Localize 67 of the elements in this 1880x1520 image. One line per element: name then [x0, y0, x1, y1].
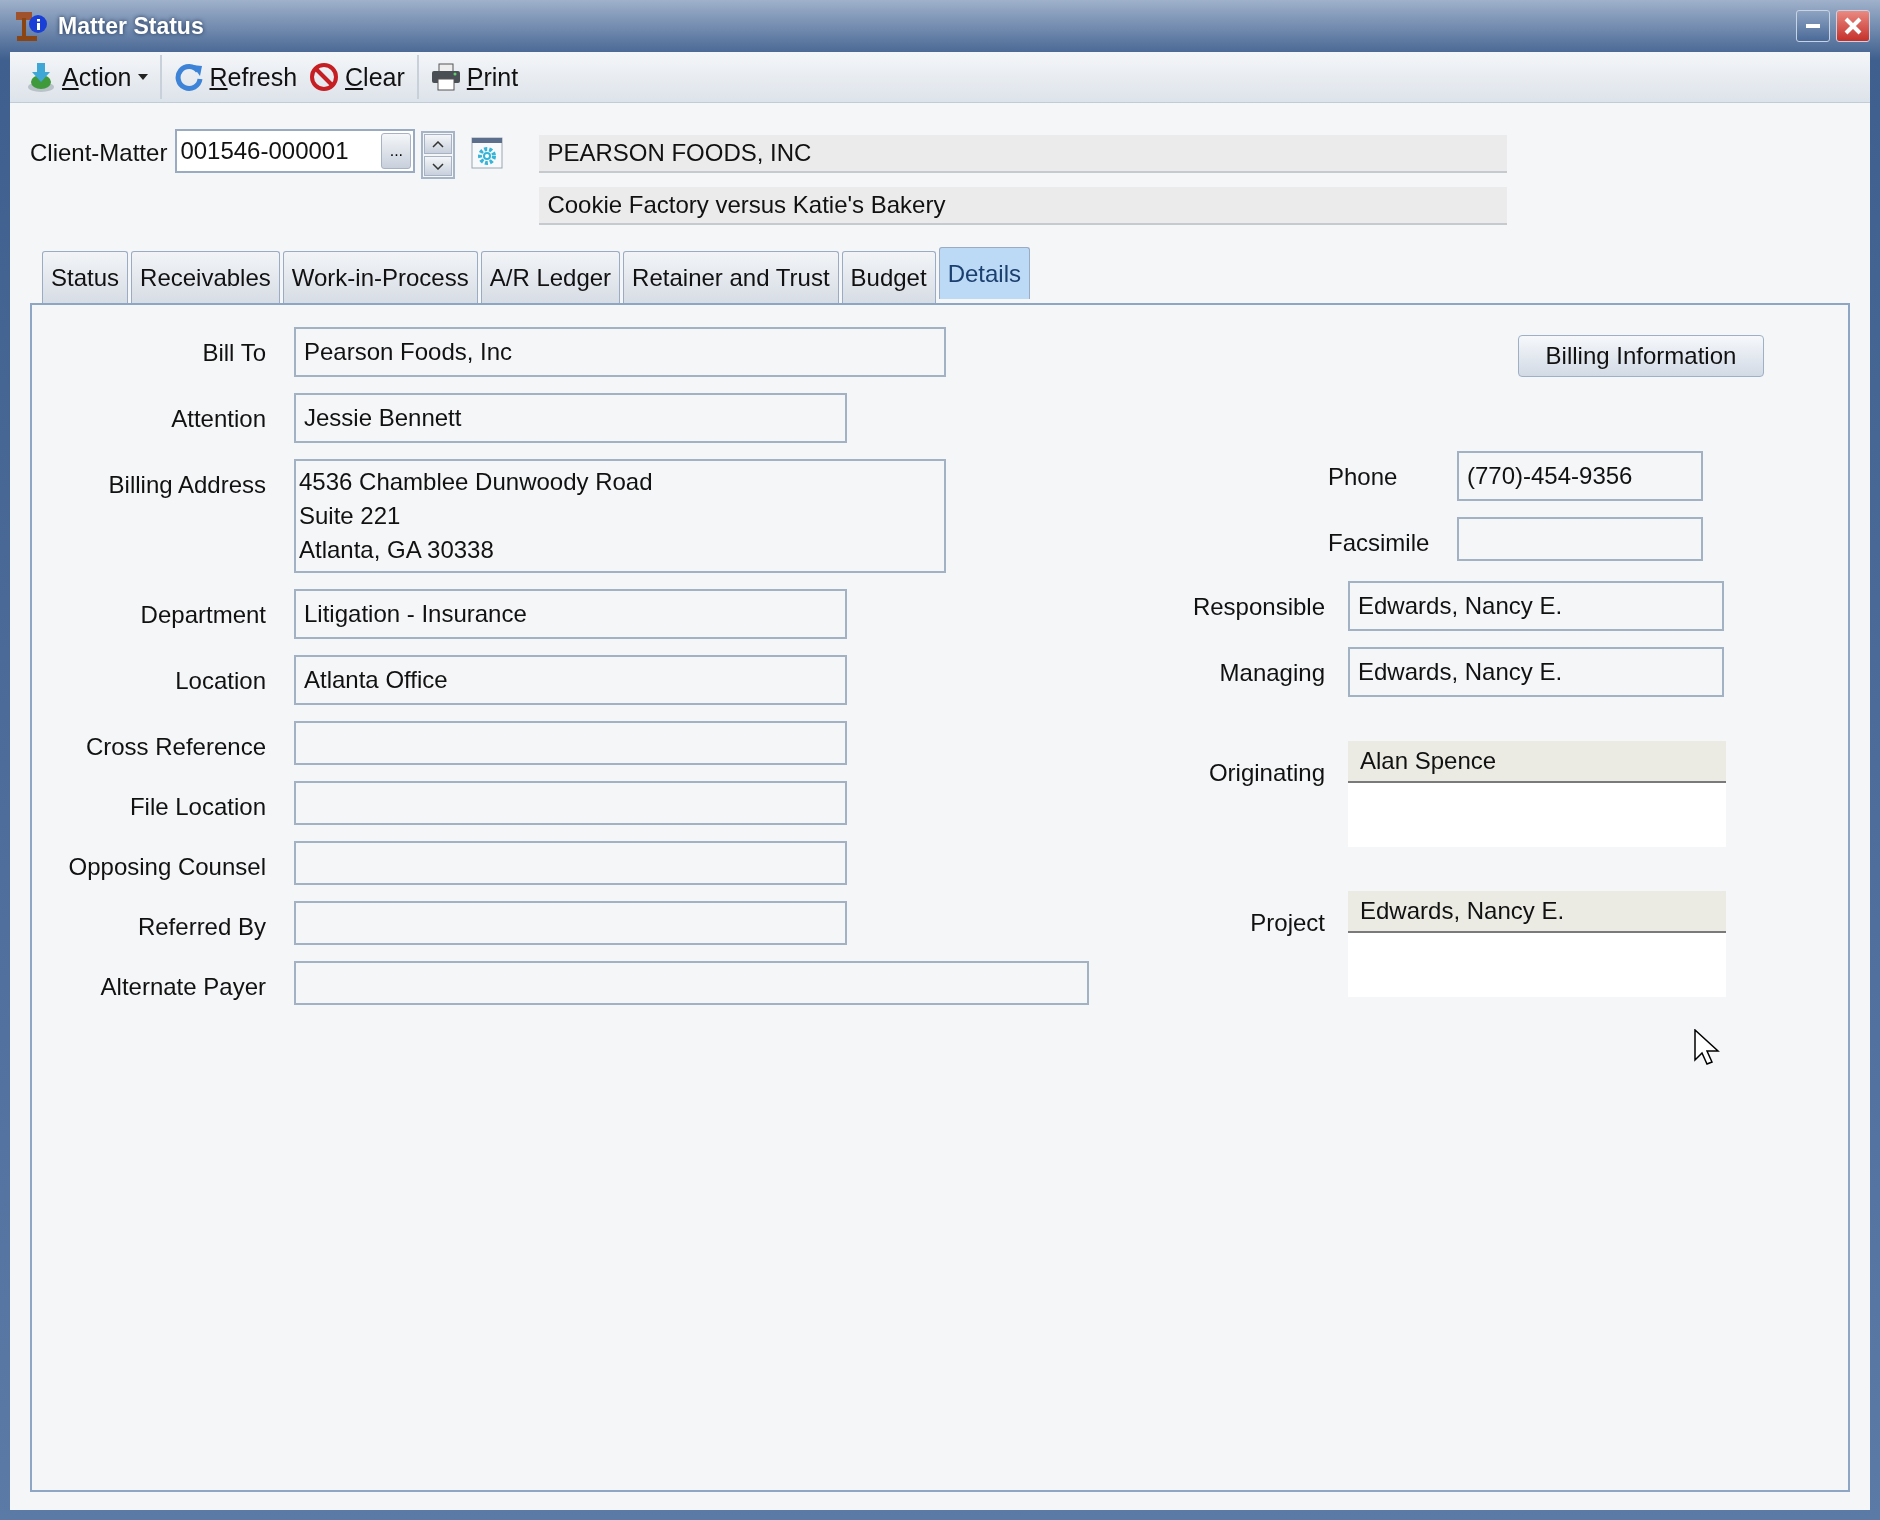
text-field[interactable]: Atlanta Office	[294, 655, 847, 705]
window-title: Matter Status	[58, 12, 204, 40]
tab[interactable]: Budget	[841, 251, 936, 303]
minimize-icon	[1806, 24, 1820, 28]
refresh-icon	[173, 62, 204, 92]
no-entry-icon	[309, 62, 340, 92]
toolbar-button[interactable]: Print	[426, 60, 523, 94]
tab[interactable]: Receivables	[131, 251, 280, 303]
field-label: Managing	[1218, 658, 1325, 687]
lookup-list[interactable]: Alan Spence	[1348, 741, 1726, 847]
client-matter-field[interactable]: 001546-000001 ...	[175, 129, 416, 173]
spin-up-button[interactable]	[424, 134, 453, 154]
toolbar-button[interactable]: Clear	[305, 60, 409, 94]
tab[interactable]: Work-in-Process	[282, 251, 478, 303]
text-field[interactable]: Edwards, Nancy E.	[1348, 581, 1724, 631]
text-field[interactable]	[294, 901, 847, 945]
client-name-field: PEARSON FOODS, INC	[539, 135, 1508, 173]
field-label: Alternate Payer	[99, 972, 266, 1001]
chevron-down-icon	[432, 162, 445, 170]
browse-button[interactable]: ...	[381, 133, 412, 169]
text-field[interactable]: Litigation - Insurance	[294, 589, 847, 639]
client-matter-label: Client-Matter	[30, 139, 168, 167]
gavel-info-icon	[14, 10, 48, 42]
field-label: Originating	[1207, 758, 1325, 787]
field-label: Cross Reference	[84, 732, 266, 761]
text-field[interactable]	[294, 961, 1089, 1005]
text-field[interactable]: Pearson Foods, Inc	[294, 327, 946, 377]
field-label: Department	[139, 600, 266, 629]
tab[interactable]: Retainer and Trust	[623, 251, 839, 303]
field-label: Referred By	[136, 912, 266, 941]
text-field[interactable]: Edwards, Nancy E.	[1348, 647, 1724, 697]
field-label: Location	[174, 666, 266, 695]
lookup-list[interactable]: Edwards, Nancy E.	[1348, 891, 1726, 997]
lookup-entry[interactable]: Edwards, Nancy E.	[1348, 891, 1726, 933]
field-label: Responsible	[1191, 592, 1325, 621]
spin-down-button[interactable]	[424, 156, 453, 176]
text-field[interactable]	[1457, 517, 1703, 561]
tab[interactable]: Details	[938, 247, 1030, 299]
action-menu-button[interactable]: Action	[22, 59, 152, 95]
field-label: File Location	[128, 792, 266, 821]
text-field[interactable]: Jessie Bennett	[294, 393, 847, 443]
toolbar-button[interactable]: Refresh	[169, 60, 302, 94]
text-field[interactable]	[294, 841, 847, 885]
settings-window-icon[interactable]	[471, 137, 504, 169]
field-label: Opposing Counsel	[67, 852, 266, 881]
field-label: Project	[1249, 908, 1325, 937]
address-field[interactable]: 4536 Chamblee Dunwoody Road Suite 221 Atlanta, GA 30338	[294, 459, 946, 573]
text-field[interactable]	[294, 781, 847, 825]
field-label: Attention	[170, 404, 266, 433]
matter-name-field: Cookie Factory versus Katie's Bakery	[539, 187, 1508, 225]
tab[interactable]: Status	[42, 251, 129, 303]
billing-information-button[interactable]: Billing Information	[1518, 335, 1764, 377]
text-field[interactable]	[294, 721, 847, 765]
text-field[interactable]: (770)-454-9356	[1457, 451, 1703, 501]
tab[interactable]: A/R Ledger	[480, 251, 621, 303]
field-label: Billing Address	[107, 470, 266, 499]
field-label: Phone	[1328, 462, 1399, 491]
caret-icon	[137, 74, 148, 80]
lookup-entry[interactable]: Alan Spence	[1348, 741, 1726, 783]
download-icon	[26, 61, 56, 93]
field-label: Bill To	[201, 338, 266, 367]
close-icon	[1844, 17, 1862, 35]
minimize-button[interactable]	[1796, 10, 1830, 42]
close-button[interactable]	[1836, 10, 1870, 42]
chevron-up-icon	[432, 140, 445, 148]
printer-icon	[430, 63, 461, 91]
field-label: Facsimile	[1328, 528, 1431, 557]
